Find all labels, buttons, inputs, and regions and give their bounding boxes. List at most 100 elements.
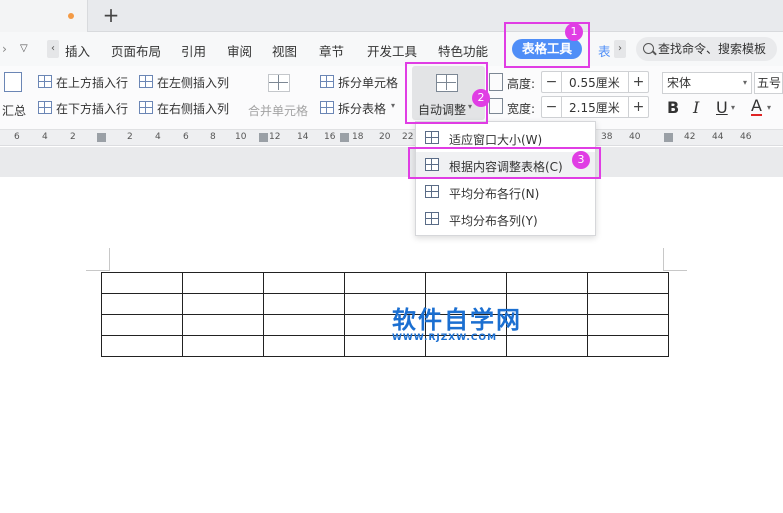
title-bar: + bbox=[0, 0, 783, 32]
insert-row-above-button[interactable]: 在上方插入行 bbox=[56, 74, 128, 91]
menu-item-references[interactable]: 引用 bbox=[181, 41, 206, 60]
ruler-tick: 16 bbox=[324, 132, 336, 142]
table-cell[interactable] bbox=[182, 272, 264, 294]
table-cell[interactable] bbox=[506, 272, 588, 294]
menu-item-developer[interactable]: 开发工具 bbox=[367, 41, 417, 60]
new-tab-button[interactable]: + bbox=[100, 4, 122, 26]
table-cell[interactable] bbox=[101, 293, 183, 315]
bold-button[interactable]: B bbox=[667, 98, 679, 117]
merge-cells-icon bbox=[268, 74, 290, 92]
split-table-icon bbox=[320, 101, 334, 114]
ruler-tick: 12 bbox=[269, 132, 281, 142]
scroll-right-icon[interactable]: › bbox=[614, 40, 626, 58]
table-cell[interactable] bbox=[182, 335, 264, 357]
watermark: 软件自学网 WWW.RJZXW.COM bbox=[392, 300, 522, 343]
horizontal-ruler[interactable]: 6 4 2 2 4 6 8 10 12 14 16 18 20 22 38 40… bbox=[0, 130, 783, 146]
table-cell[interactable] bbox=[263, 293, 345, 315]
height-value[interactable]: 0.55厘米 bbox=[569, 74, 620, 91]
table-cell[interactable] bbox=[101, 314, 183, 336]
table-row bbox=[101, 272, 669, 294]
ruler-tick: 4 bbox=[42, 132, 48, 142]
insert-column-left-button[interactable]: 在左侧插入列 bbox=[157, 74, 229, 91]
font-color-button[interactable]: A bbox=[751, 98, 762, 116]
ruler-column-marker[interactable] bbox=[340, 133, 349, 142]
menu-item-table-style[interactable]: 表 bbox=[598, 41, 611, 60]
menu-bar: › ▽ ‹ 插入 页面布局 引用 审阅 视图 章节 开发工具 特色功能 表格工具… bbox=[0, 32, 783, 66]
italic-button[interactable]: I bbox=[693, 98, 699, 117]
width-increase-button[interactable]: + bbox=[628, 97, 648, 117]
height-decrease-button[interactable]: − bbox=[542, 72, 562, 92]
ruler-column-marker[interactable] bbox=[97, 133, 106, 142]
font-color-dropdown-icon[interactable]: ▾ bbox=[767, 103, 771, 112]
ruler-tick: 20 bbox=[379, 132, 391, 142]
row-height-icon bbox=[489, 73, 503, 91]
menu-item-distribute-columns[interactable]: 平均分布各列(Y) bbox=[416, 206, 595, 232]
menu-item-page-layout[interactable]: 页面布局 bbox=[111, 41, 161, 60]
split-cells-button[interactable]: 拆分单元格 bbox=[338, 74, 398, 91]
insert-row-below-button[interactable]: 在下方插入行 bbox=[56, 100, 128, 117]
ruler-tick: 14 bbox=[297, 132, 309, 142]
menu-item-distribute-rows[interactable]: 平均分布各行(N) bbox=[416, 179, 595, 205]
menu-item-review[interactable]: 审阅 bbox=[227, 41, 252, 60]
ruler-tick: 22 bbox=[402, 132, 414, 142]
chevron-down-icon[interactable]: ▽ bbox=[20, 43, 28, 54]
insert-column-right-button[interactable]: 在右侧插入列 bbox=[157, 100, 229, 117]
scroll-left-icon[interactable]: ‹ bbox=[47, 40, 59, 58]
menu-item-chapter[interactable]: 章节 bbox=[319, 41, 344, 60]
ruler-tick: 6 bbox=[183, 132, 189, 142]
document-table[interactable] bbox=[101, 272, 669, 357]
distribute-rows-icon bbox=[425, 185, 439, 198]
table-cell[interactable] bbox=[263, 335, 345, 357]
width-value[interactable]: 2.15厘米 bbox=[569, 99, 620, 116]
ruler-column-marker[interactable] bbox=[664, 133, 673, 142]
height-increase-button[interactable]: + bbox=[628, 72, 648, 92]
table-row bbox=[101, 314, 669, 336]
ruler-tick: 2 bbox=[127, 132, 133, 142]
split-table-button[interactable]: 拆分表格 bbox=[338, 100, 386, 117]
summary-icon bbox=[4, 72, 22, 92]
chevron-left-icon[interactable]: › bbox=[2, 41, 7, 56]
search-box[interactable]: 查找命令、搜索模板 bbox=[636, 37, 777, 61]
table-cell[interactable] bbox=[587, 272, 669, 294]
merge-cells-button[interactable]: 合并单元格 bbox=[248, 102, 308, 119]
underline-button[interactable]: U bbox=[716, 98, 728, 117]
table-cell[interactable] bbox=[263, 314, 345, 336]
table-cell[interactable] bbox=[587, 293, 669, 315]
menu-item-view[interactable]: 视图 bbox=[272, 41, 297, 60]
menu-item-label: 平均分布各行(N) bbox=[449, 187, 540, 201]
document-tab[interactable] bbox=[0, 0, 88, 32]
table-cell[interactable] bbox=[425, 272, 507, 294]
table-cell[interactable] bbox=[101, 335, 183, 357]
page-corner-mark bbox=[663, 270, 687, 271]
table-cell[interactable] bbox=[587, 314, 669, 336]
table-cell[interactable] bbox=[101, 272, 183, 294]
font-name-select[interactable]: 宋体 ▾ bbox=[662, 72, 752, 94]
height-stepper[interactable]: − 0.55厘米 + bbox=[541, 71, 649, 93]
column-width-icon bbox=[489, 98, 503, 114]
search-placeholder: 查找命令、搜索模板 bbox=[658, 42, 767, 56]
font-size-select[interactable]: 五号 bbox=[754, 72, 783, 94]
annotation-badge: 2 bbox=[472, 89, 490, 107]
menu-item-special[interactable]: 特色功能 bbox=[438, 41, 488, 60]
font-name-value: 宋体 bbox=[667, 76, 692, 90]
ruler-tick: 18 bbox=[352, 132, 364, 142]
underline-dropdown-icon[interactable]: ▾ bbox=[731, 103, 735, 112]
page-corner-mark bbox=[663, 248, 664, 270]
insert-row-above-icon bbox=[38, 75, 52, 88]
table-cell[interactable] bbox=[344, 272, 426, 294]
split-table-dropdown-icon[interactable]: ▾ bbox=[391, 101, 395, 110]
table-cell[interactable] bbox=[263, 272, 345, 294]
table-cell[interactable] bbox=[182, 293, 264, 315]
width-decrease-button[interactable]: − bbox=[542, 97, 562, 117]
summary-button[interactable]: 汇总 bbox=[2, 102, 26, 119]
table-cell[interactable] bbox=[182, 314, 264, 336]
menu-item-label: 平均分布各列(Y) bbox=[449, 214, 538, 228]
ruler-tick: 46 bbox=[740, 132, 752, 142]
search-icon bbox=[643, 43, 654, 54]
width-stepper[interactable]: − 2.15厘米 + bbox=[541, 96, 649, 118]
ruler-column-marker[interactable] bbox=[259, 133, 268, 142]
menu-item-insert[interactable]: 插入 bbox=[65, 41, 90, 60]
table-row bbox=[101, 335, 669, 357]
table-cell[interactable] bbox=[587, 335, 669, 357]
ruler-tick: 38 bbox=[601, 132, 613, 142]
